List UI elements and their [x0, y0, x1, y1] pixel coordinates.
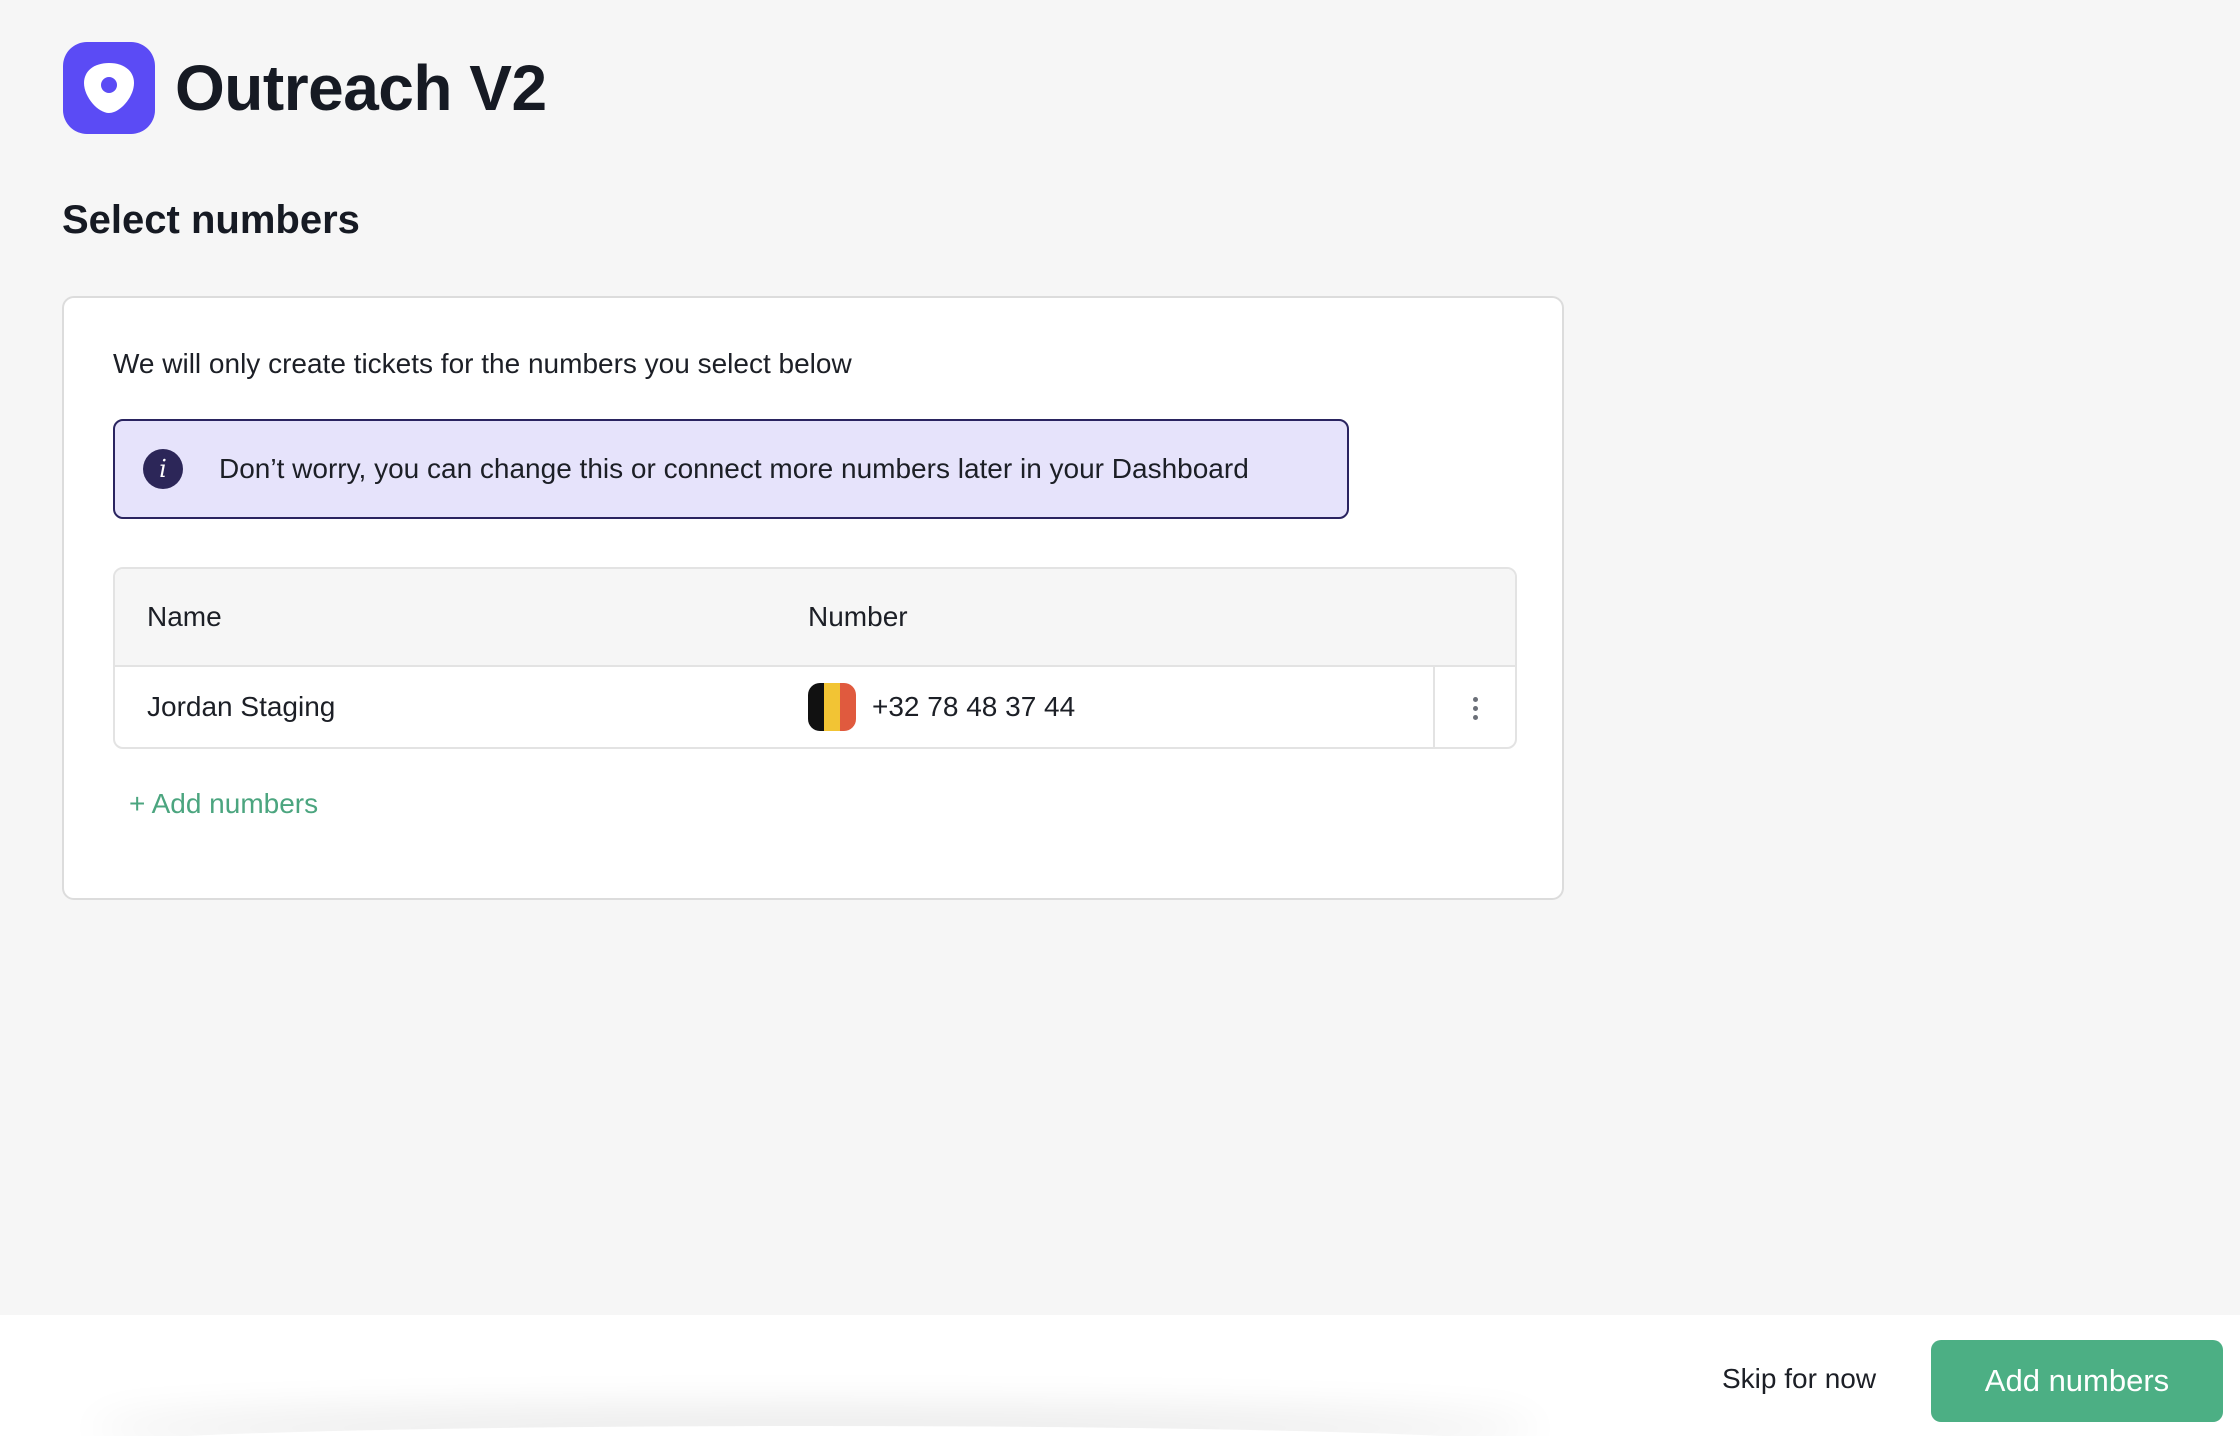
skip-button[interactable]: Skip for now — [1722, 1363, 1876, 1395]
column-header-name: Name — [147, 601, 222, 632]
row-name: Jordan Staging — [147, 691, 336, 722]
footer-shadow — [90, 1426, 1540, 1436]
numbers-table: Name Number Jordan Staging +32 78 48 37 … — [113, 567, 1517, 749]
info-icon: i — [143, 449, 183, 489]
add-numbers-button[interactable]: Add numbers — [1931, 1340, 2223, 1422]
footer-bar: Skip for now Add numbers — [0, 1315, 2240, 1436]
intro-text: We will only create tickets for the numb… — [113, 348, 852, 379]
info-banner-text: Don’t worry, you can change this or conn… — [219, 453, 1249, 484]
table-row[interactable]: Jordan Staging +32 78 48 37 44 — [115, 667, 1515, 747]
row-phone-number: +32 78 48 37 44 — [872, 691, 1076, 722]
onboarding-page: Outreach V2 Select numbers We will only … — [0, 0, 2240, 1436]
add-numbers-link[interactable]: + Add numbers — [129, 788, 318, 820]
app-title: Outreach V2 — [175, 52, 547, 124]
belgium-flag-icon — [808, 683, 856, 731]
outreach-logo-icon — [63, 42, 155, 134]
page-title: Select numbers — [62, 198, 360, 242]
app-header: Outreach V2 — [63, 42, 547, 134]
column-header-number: Number — [808, 601, 908, 632]
table-header: Name Number — [115, 569, 1515, 667]
select-numbers-card: We will only create tickets for the numb… — [62, 296, 1564, 900]
row-number-cell: +32 78 48 37 44 — [808, 683, 1075, 731]
more-vertical-icon[interactable] — [1433, 667, 1515, 747]
info-banner: i Don’t worry, you can change this or co… — [113, 419, 1349, 519]
